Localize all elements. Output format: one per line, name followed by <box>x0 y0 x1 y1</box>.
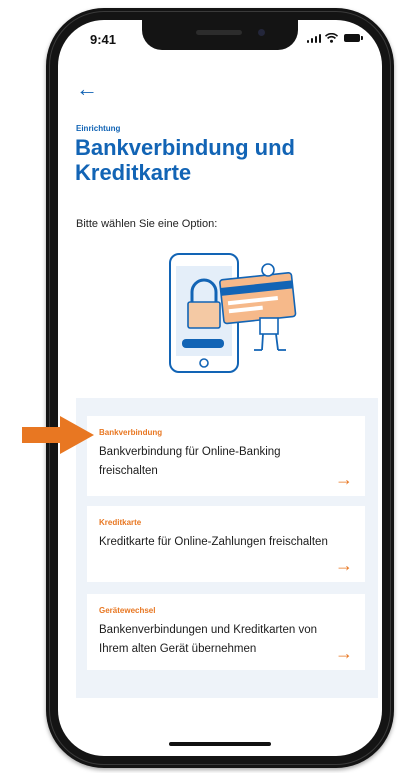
option-text: Bankverbindung für Online-Banking freisc… <box>99 446 281 477</box>
app-screen: 9:41 ← Einrichtung Bankverbindung und Kr… <box>58 20 382 756</box>
option-text: Kreditkarte für Online-Zahlungen freisch… <box>99 536 328 548</box>
battery-icon <box>344 34 363 42</box>
option-card-bankverbindung[interactable]: Bankverbindung Bankverbindung für Online… <box>87 416 365 496</box>
option-card-kreditkarte[interactable]: Kreditkarte Kreditkarte für Online-Zahlu… <box>87 506 365 582</box>
phone-frame: 9:41 ← Einrichtung Bankverbindung und Kr… <box>46 8 394 768</box>
intro-text: Bitte wählen Sie eine Option: <box>76 218 218 230</box>
home-indicator <box>169 742 271 746</box>
arrow-right-icon: → <box>335 555 353 575</box>
status-time: 9:41 <box>90 32 117 47</box>
speaker <box>196 30 242 35</box>
front-camera <box>258 29 265 36</box>
option-text: Bankenverbindungen und Kreditkarten von … <box>99 624 318 655</box>
option-label: Kreditkarte <box>99 518 142 527</box>
notch <box>142 20 298 50</box>
signal-icon <box>306 33 321 43</box>
back-arrow-icon[interactable]: ← <box>76 78 98 100</box>
arrow-right-icon: → <box>335 643 353 663</box>
page-title: Bankverbindung und Kreditkarte <box>75 135 295 185</box>
phone-lock-card-illustration <box>169 253 297 373</box>
option-label: Gerätewechsel <box>99 606 156 615</box>
status-icons <box>306 33 363 43</box>
arrow-right-icon: → <box>335 469 353 489</box>
page-kicker: Einrichtung <box>76 124 121 133</box>
orange-arrow-pointer-icon <box>22 416 94 454</box>
wifi-icon <box>325 33 338 43</box>
option-card-geraetewechsel[interactable]: Gerätewechsel Bankenverbindungen und Kre… <box>87 594 365 670</box>
options-panel: Bankverbindung Bankverbindung für Online… <box>76 398 378 698</box>
option-label: Bankverbindung <box>99 428 163 437</box>
